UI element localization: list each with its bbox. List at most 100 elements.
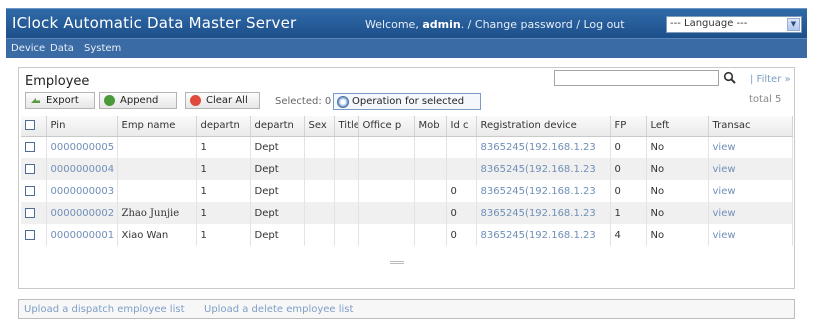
registration-device-link[interactable]: 8365245(192.168.1.23 bbox=[476, 202, 611, 224]
view-transactions-link[interactable]: view bbox=[708, 158, 793, 180]
change-password-link[interactable]: Change password bbox=[475, 18, 573, 31]
id-card-cell: 0 bbox=[446, 180, 477, 202]
table-header-row: Pin Emp name departn departn Sex Title O… bbox=[21, 116, 793, 137]
table-row: 0000000003 1 Dept 0 8365245(192.168.1.23… bbox=[21, 180, 793, 202]
row-checkbox[interactable] bbox=[25, 141, 35, 152]
export-button[interactable]: Export bbox=[25, 92, 95, 109]
column-header-title[interactable]: Title bbox=[334, 116, 359, 137]
department-cell: Dept bbox=[250, 136, 305, 158]
view-transactions-link[interactable]: view bbox=[708, 136, 793, 158]
row-checkbox[interactable] bbox=[25, 229, 35, 240]
operation-icon bbox=[337, 96, 349, 108]
view-transactions-link[interactable]: view bbox=[708, 180, 793, 202]
id-card-cell: 0 bbox=[446, 202, 477, 224]
mobile-cell bbox=[414, 202, 447, 224]
row-checkbox[interactable] bbox=[25, 185, 35, 196]
select-all-header bbox=[21, 116, 47, 137]
fp-cell: 4 bbox=[610, 224, 647, 246]
view-transactions-link[interactable]: view bbox=[708, 224, 793, 246]
add-icon bbox=[104, 95, 115, 106]
emp-name-cell bbox=[117, 136, 197, 158]
department-no-cell: 1 bbox=[196, 180, 251, 202]
department-no-cell: 1 bbox=[196, 202, 251, 224]
id-card-cell: 0 bbox=[446, 224, 477, 246]
column-header-sex[interactable]: Sex bbox=[304, 116, 335, 137]
fp-cell: 0 bbox=[610, 180, 647, 202]
select-all-checkbox[interactable] bbox=[25, 120, 35, 131]
department-cell: Dept bbox=[250, 224, 305, 246]
column-header-registration-device[interactable]: Registration device bbox=[476, 116, 611, 137]
department-cell: Dept bbox=[250, 158, 305, 180]
registration-device-link[interactable]: 8365245(192.168.1.23 bbox=[476, 224, 611, 246]
column-header-left[interactable]: Left bbox=[646, 116, 709, 137]
row-select-cell bbox=[21, 202, 47, 224]
department-cell: Dept bbox=[250, 202, 305, 224]
table-row: 0000000001 Xiao Wan 1 Dept 0 8365245(192… bbox=[21, 224, 793, 246]
emp-name-cell: Zhao Junjie bbox=[117, 202, 197, 224]
fp-cell: 0 bbox=[610, 136, 647, 158]
row-checkbox[interactable] bbox=[25, 163, 35, 174]
row-select-cell bbox=[21, 158, 47, 180]
office-phone-cell bbox=[358, 224, 415, 246]
view-transactions-link[interactable]: view bbox=[708, 202, 793, 224]
mobile-cell bbox=[414, 136, 447, 158]
selected-count: Selected: 0 bbox=[275, 96, 332, 107]
pin-link[interactable]: 0000000004 bbox=[46, 158, 118, 180]
pin-link[interactable]: 0000000001 bbox=[46, 224, 118, 246]
menu-item-device[interactable]: Device bbox=[11, 43, 45, 54]
office-phone-cell bbox=[358, 136, 415, 158]
pin-link[interactable]: 0000000005 bbox=[46, 136, 118, 158]
title-cell bbox=[334, 202, 359, 224]
sex-cell bbox=[304, 136, 335, 158]
mobile-cell bbox=[414, 224, 447, 246]
page-title: Employee bbox=[25, 74, 90, 89]
left-cell: No bbox=[646, 202, 709, 224]
row-select-cell bbox=[21, 224, 47, 246]
menu-item-data[interactable]: Data bbox=[50, 43, 74, 54]
department-no-cell: 1 bbox=[196, 224, 251, 246]
pin-link[interactable]: 0000000002 bbox=[46, 202, 118, 224]
column-header-mobile[interactable]: Mob bbox=[414, 116, 447, 137]
clear-all-button[interactable]: Clear All bbox=[185, 92, 260, 109]
chevron-down-icon[interactable]: ▼ bbox=[787, 18, 800, 31]
append-button[interactable]: Append bbox=[99, 92, 177, 109]
department-no-cell: 1 bbox=[196, 136, 251, 158]
footer-links: Upload a dispatch employee list Upload a… bbox=[18, 299, 795, 319]
logout-link[interactable]: Log out bbox=[583, 18, 624, 31]
column-header-fp[interactable]: FP bbox=[610, 116, 647, 137]
id-card-cell bbox=[446, 158, 477, 180]
menu-item-system[interactable]: System bbox=[84, 43, 121, 54]
column-header-emp-name[interactable]: Emp name bbox=[117, 116, 197, 137]
column-header-department-no[interactable]: departn bbox=[196, 116, 251, 137]
table-row: 0000000002 Zhao Junjie 1 Dept 0 8365245(… bbox=[21, 202, 793, 224]
office-phone-cell bbox=[358, 158, 415, 180]
row-checkbox[interactable] bbox=[25, 207, 35, 218]
operation-for-selected-button[interactable]: Operation for selected bbox=[333, 93, 481, 110]
app-title: IClock Automatic Data Master Server bbox=[12, 14, 297, 32]
column-header-office-phone[interactable]: Office p bbox=[358, 116, 415, 137]
left-cell: No bbox=[646, 224, 709, 246]
registration-device-link[interactable]: 8365245(192.168.1.23 bbox=[476, 158, 611, 180]
upload-dispatch-list-link[interactable]: Upload a dispatch employee list bbox=[24, 304, 185, 315]
resize-grip-icon[interactable] bbox=[390, 261, 404, 264]
column-header-id-card[interactable]: Id c bbox=[446, 116, 477, 137]
row-select-cell bbox=[21, 136, 47, 158]
search-input[interactable] bbox=[554, 70, 719, 86]
pin-link[interactable]: 0000000003 bbox=[46, 180, 118, 202]
search-icon[interactable] bbox=[723, 71, 737, 85]
employee-table: Pin Emp name departn departn Sex Title O… bbox=[21, 116, 793, 246]
column-header-department[interactable]: departn bbox=[250, 116, 305, 137]
welcome-text: Welcome, bbox=[365, 18, 423, 31]
sex-cell bbox=[304, 158, 335, 180]
registration-device-link[interactable]: 8365245(192.168.1.23 bbox=[476, 136, 611, 158]
language-select[interactable]: --- Language --- ▼ bbox=[666, 16, 802, 33]
registration-device-link[interactable]: 8365245(192.168.1.23 bbox=[476, 180, 611, 202]
welcome-separator: . / bbox=[460, 18, 475, 31]
language-select-value: --- Language --- bbox=[670, 18, 748, 29]
total-count: total 5 bbox=[749, 94, 782, 105]
upload-delete-list-link[interactable]: Upload a delete employee list bbox=[204, 304, 353, 315]
filter-link[interactable]: | Filter » bbox=[750, 74, 791, 85]
department-no-cell: 1 bbox=[196, 158, 251, 180]
column-header-pin[interactable]: Pin bbox=[46, 116, 118, 137]
column-header-transaction[interactable]: Transac bbox=[708, 116, 793, 137]
